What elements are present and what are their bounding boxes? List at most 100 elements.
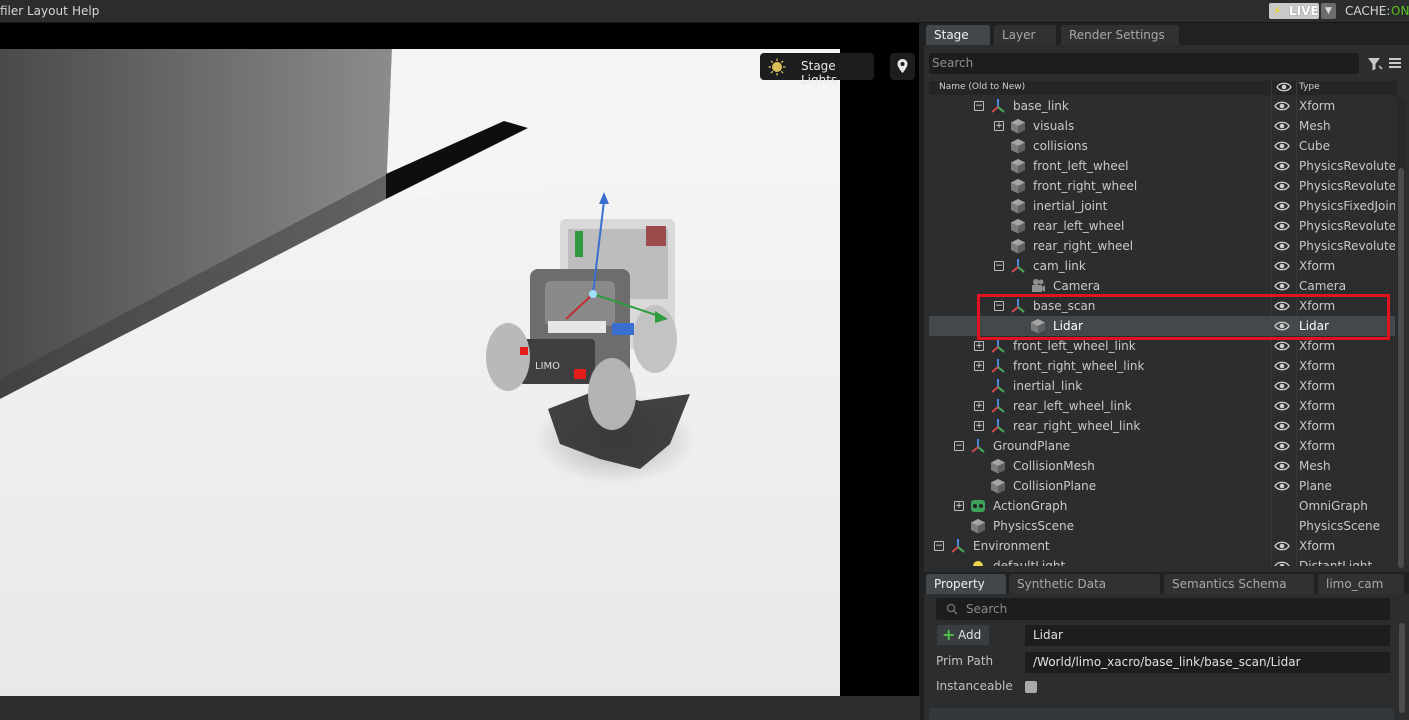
expand-icon[interactable]: + (974, 341, 984, 351)
stage-row-groundplane[interactable]: − GroundPlane Xform (929, 436, 1395, 456)
stage-row-inertial-link[interactable]: inertial_link Xform (929, 376, 1395, 396)
column-name[interactable]: Name (Old to New) (939, 82, 1025, 92)
visibility-eye-icon[interactable] (1274, 420, 1290, 432)
visibility-eye-icon[interactable] (1274, 200, 1290, 212)
prim-name-field[interactable]: Lidar (1025, 625, 1390, 646)
stage-row-type: OmniGraph (1299, 499, 1368, 513)
stage-search-input[interactable]: Search (929, 53, 1359, 74)
visibility-eye-icon[interactable] (1274, 340, 1290, 352)
visibility-eye-icon[interactable] (1274, 160, 1290, 172)
stage-row-name: CollisionMesh (1013, 459, 1095, 473)
stage-row-name: Environment (973, 539, 1050, 553)
stage-row-rear-right-wheel[interactable]: rear_right_wheel PhysicsRevolute... (929, 236, 1395, 256)
visibility-eye-icon[interactable] (1274, 260, 1290, 272)
expand-icon[interactable]: + (954, 501, 964, 511)
instanceable-checkbox[interactable] (1025, 681, 1037, 693)
filter-icon[interactable] (1367, 56, 1383, 72)
stage-row-front-left-wheel[interactable]: front_left_wheel PhysicsRevolute... (929, 156, 1395, 176)
stage-row-base-scan[interactable]: − base_scan Xform (929, 296, 1395, 316)
add-button[interactable]: + Add (937, 625, 989, 645)
visibility-eye-icon[interactable] (1274, 240, 1290, 252)
mesh-icon (1010, 198, 1026, 214)
collapse-icon[interactable]: − (994, 261, 1004, 271)
property-search-placeholder: Search (966, 602, 1008, 616)
options-menu-icon[interactable] (1388, 56, 1402, 70)
visibility-eye-icon[interactable] (1274, 460, 1290, 472)
stage-row-front-right-wheel-link[interactable]: + front_right_wheel_link Xform (929, 356, 1395, 376)
plus-icon: + (942, 625, 956, 644)
column-type[interactable]: Type (1299, 82, 1320, 92)
visibility-eye-icon[interactable] (1274, 280, 1290, 292)
property-section-header[interactable] (929, 708, 1394, 720)
stage-row-base-link[interactable]: − base_link Xform (929, 96, 1395, 116)
prim-path-label: Prim Path (936, 654, 994, 668)
tab-property[interactable]: Property (926, 574, 1006, 594)
collapse-icon[interactable]: − (954, 441, 964, 451)
stage-row-environment[interactable]: − Environment Xform (929, 536, 1395, 556)
stage-scrollbar[interactable] (1397, 98, 1405, 568)
stage-row-defaultlight[interactable]: defaultLight DistantLight (929, 556, 1395, 566)
cache-state: ON (1391, 4, 1409, 18)
tab-semantics-schema-editor[interactable]: Semantics Schema Edit... (1164, 574, 1314, 611)
visibility-column-eye-icon (1276, 82, 1292, 92)
visibility-eye-icon[interactable] (1274, 400, 1290, 412)
stage-row-visuals[interactable]: + visuals Mesh (929, 116, 1395, 136)
stage-row-collisionmesh[interactable]: CollisionMesh Mesh (929, 456, 1395, 476)
visibility-eye-icon[interactable] (1274, 220, 1290, 232)
visibility-eye-icon[interactable] (1274, 100, 1290, 112)
expand-icon[interactable]: + (974, 401, 984, 411)
visibility-eye-icon[interactable] (1274, 360, 1290, 372)
menu-profiler[interactable]: filer (0, 4, 23, 18)
scrollbar-thumb[interactable] (1398, 168, 1404, 568)
tab-layer[interactable]: Layer (994, 25, 1056, 45)
prim-path-field[interactable]: /World/limo_xacro/base_link/base_scan/Li… (1025, 652, 1390, 673)
live-dropdown-button[interactable]: ▼ (1321, 3, 1336, 19)
collapse-icon[interactable]: − (974, 101, 984, 111)
collapse-icon[interactable]: − (994, 301, 1004, 311)
visibility-eye-icon[interactable] (1274, 120, 1290, 132)
viewport-scene[interactable]: LIMO (0, 49, 840, 696)
tab-render-settings[interactable]: Render Settings (1061, 25, 1179, 45)
visibility-eye-icon[interactable] (1274, 480, 1290, 492)
tab-limo-cam[interactable]: limo_cam (1318, 574, 1404, 594)
stage-row-front-left-wheel-link[interactable]: + front_left_wheel_link Xform (929, 336, 1395, 356)
expand-icon[interactable]: + (994, 121, 1004, 131)
visibility-eye-icon[interactable] (1274, 320, 1290, 332)
visibility-eye-icon[interactable] (1274, 180, 1290, 192)
stage-row-collisions[interactable]: collisions Cube (929, 136, 1395, 156)
expand-icon[interactable]: + (974, 421, 984, 431)
tab-synthetic-data-recorder[interactable]: Synthetic Data Recorder (1009, 574, 1160, 611)
cache-label: CACHE: (1345, 4, 1391, 18)
stage-row-rear-left-wheel-link[interactable]: + rear_left_wheel_link Xform (929, 396, 1395, 416)
visibility-eye-icon[interactable] (1274, 380, 1290, 392)
stage-row-cam-link[interactable]: − cam_link Xform (929, 256, 1395, 276)
stage-row-rear-left-wheel[interactable]: rear_left_wheel PhysicsRevolute... (929, 216, 1395, 236)
stage-row-camera[interactable]: Camera Camera (929, 276, 1395, 296)
xform-icon (1010, 298, 1026, 314)
stage-row-rear-right-wheel-link[interactable]: + rear_right_wheel_link Xform (929, 416, 1395, 436)
property-search-input[interactable]: Search (936, 598, 1390, 620)
stage-row-collisionplane[interactable]: CollisionPlane Plane (929, 476, 1395, 496)
stage-lights-button[interactable]: Stage Lights (760, 53, 874, 87)
visibility-eye-icon[interactable] (1274, 560, 1290, 566)
stage-row-physicsscene[interactable]: PhysicsScene PhysicsScene (929, 516, 1395, 536)
stage-row-actiongraph[interactable]: + ActionGraph OmniGraph (929, 496, 1395, 516)
tab-stage[interactable]: Stage (926, 25, 990, 45)
visibility-eye-icon[interactable] (1274, 140, 1290, 152)
menu-layout[interactable]: Layout (27, 4, 68, 18)
visibility-eye-icon[interactable] (1274, 540, 1290, 552)
expand-icon[interactable]: + (974, 361, 984, 371)
camera-location-button[interactable] (890, 53, 915, 80)
stage-tree[interactable]: − base_link Xform + visuals Mesh collisions Cub… (929, 96, 1399, 566)
property-scrollbar[interactable] (1399, 623, 1405, 713)
live-button[interactable]: ⚡ LIVE (1269, 3, 1319, 19)
stage-row-front-right-wheel[interactable]: front_right_wheel PhysicsRevolute... (929, 176, 1395, 196)
menu-help[interactable]: Help (72, 4, 99, 18)
stage-row-type: PhysicsRevolute... (1299, 239, 1395, 253)
stage-row-inertial-joint[interactable]: inertial_joint PhysicsFixedJoint (929, 196, 1395, 216)
collapse-icon[interactable]: − (934, 541, 944, 551)
viewport[interactable]: LIMO Stage Lights (0, 23, 919, 696)
stage-row-lidar[interactable]: Lidar Lidar (929, 316, 1395, 336)
visibility-eye-icon[interactable] (1274, 300, 1290, 312)
visibility-eye-icon[interactable] (1274, 440, 1290, 452)
